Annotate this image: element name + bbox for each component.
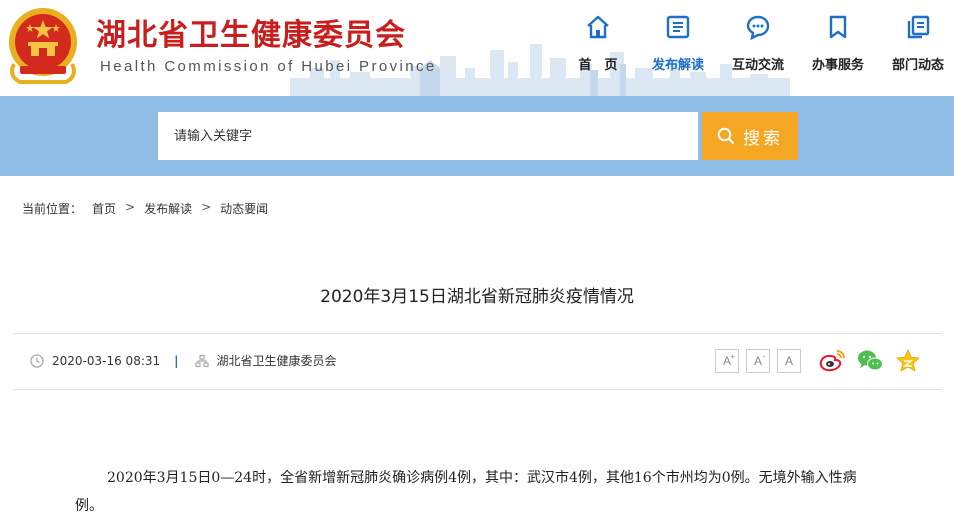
breadcrumb-item-home[interactable]: 首页 [92,200,116,217]
article-body: 2020年3月15日0—24时，全省新增新冠肺炎确诊病例4例，其中：武汉市4例，… [75,470,857,514]
article-tools: A + A- A [715,348,922,374]
meta-divider: | [174,353,179,368]
copy-icon [907,15,930,39]
nav-label: 首 页 [578,58,618,73]
bookmark-icon [829,15,847,39]
article-meta: 2020-03-16 08:31 | 湖北省卫生健康委员会 [30,352,337,369]
search-icon [717,127,735,145]
wechat-icon[interactable] [856,348,884,374]
font-normal-label: A [784,354,793,368]
font-smaller-label: A [753,354,762,368]
nav-label: 部门动态 [891,58,944,73]
search-input[interactable] [158,112,698,160]
breadcrumb-separator: > [201,200,212,214]
nav-label: 互动交流 [731,58,784,73]
site-title: 湖北省卫生健康委员会 [96,18,406,53]
nav-item-department[interactable]: 部门动态 [880,12,954,82]
breadcrumb-item-news[interactable]: 动态要闻 [220,200,268,217]
breadcrumb-item-release[interactable]: 发布解读 [144,200,192,217]
publish-date: 2020-03-16 08:31 [52,353,161,368]
search-button[interactable]: 搜索 [702,112,798,160]
breadcrumb: 当前位置： 首页 > 发布解读 > 动态要闻 [22,200,268,217]
national-emblem-logo [9,8,77,84]
home-icon [587,15,609,39]
site-subtitle: Health Commission of Hubei Province [100,58,437,75]
font-normal-button[interactable]: A [777,349,801,373]
font-smaller-button[interactable]: A- [746,349,770,373]
nav-label: 发布解读 [651,58,704,73]
weibo-icon[interactable] [818,348,846,374]
breadcrumb-separator: > [125,200,136,214]
favorite-star-icon[interactable] [894,348,922,374]
search-band: 搜索 [0,96,954,176]
article-title: 2020年3月15日湖北省新冠肺炎疫情情况 [320,287,634,307]
nav-item-services[interactable]: 办事服务 [800,12,876,82]
organization-icon [194,354,209,367]
article-meta-bar: 2020-03-16 08:31 | 湖北省卫生健康委员会 A + A- A [14,333,942,390]
font-larger-button[interactable]: A + [715,349,739,373]
breadcrumb-prefix: 当前位置： [22,202,83,216]
search-button-label: 搜索 [743,128,783,149]
document-icon [666,15,690,39]
site-header: 湖北省卫生健康委员会 Health Commission of Hubei Pr… [0,0,954,96]
chat-icon [746,15,770,40]
clock-icon [30,353,44,368]
nav-label: 办事服务 [811,58,864,73]
nav-item-interact[interactable]: 互动交流 [720,12,796,82]
nav-item-home[interactable]: 首 页 [560,12,636,82]
nav-item-release[interactable]: 发布解读 [640,12,716,82]
article-source: 湖北省卫生健康委员会 [216,354,337,368]
